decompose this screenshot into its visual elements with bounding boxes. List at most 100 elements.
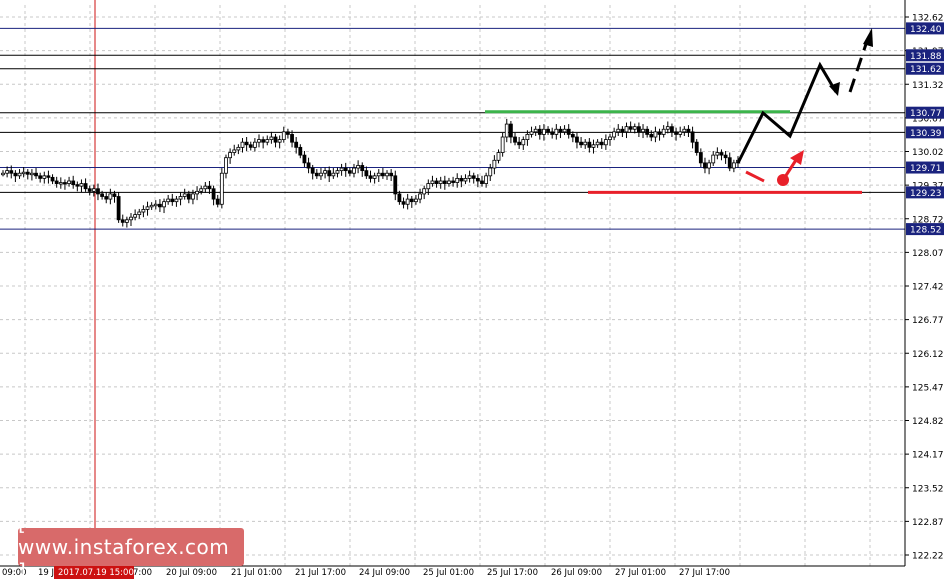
candle-body <box>636 126 641 133</box>
candle-body <box>591 144 596 148</box>
candle-body <box>281 131 286 141</box>
chart-canvas[interactable]: 132.62131.97131.32130.67130.02129.37128.… <box>0 0 946 579</box>
candle-body <box>186 193 191 200</box>
candle-body <box>500 136 505 153</box>
candle-body <box>343 167 348 172</box>
candle-body <box>83 183 88 190</box>
candle-body <box>236 146 241 151</box>
price-tick-label: 125.47 <box>912 383 944 393</box>
candle-body <box>290 134 294 143</box>
candle-body <box>153 203 158 207</box>
candle-body <box>50 176 55 182</box>
candle-body <box>447 180 451 184</box>
candle-body <box>471 175 476 179</box>
candle-body <box>372 175 377 179</box>
candle-body <box>137 211 142 216</box>
candle-body <box>632 126 637 130</box>
candle-body <box>100 193 105 197</box>
candle-body <box>166 198 171 203</box>
level-price-label: 129.23 <box>910 189 942 199</box>
candle-body <box>380 172 385 177</box>
candle-body <box>492 159 497 169</box>
candle-body <box>91 188 96 192</box>
candle-body <box>17 172 22 177</box>
time-tick-label: 26 Jul 09:00 <box>551 568 602 578</box>
candle-body <box>376 172 381 177</box>
candle-body <box>331 172 336 177</box>
candle-body <box>641 128 645 133</box>
candle-body <box>129 216 133 221</box>
candle-body <box>579 141 583 146</box>
candle-body <box>203 185 208 190</box>
candle-body <box>715 152 720 156</box>
candle-body <box>145 206 150 210</box>
candle-body <box>34 172 38 177</box>
candle-body <box>587 141 592 148</box>
candle-body <box>9 170 14 174</box>
candle-body <box>38 175 43 179</box>
candle-body <box>356 165 361 169</box>
candle-body <box>108 193 113 200</box>
candle-body <box>562 128 567 133</box>
candle-body <box>306 162 311 169</box>
candle-body <box>405 198 410 205</box>
candle-body <box>219 172 224 205</box>
candle-body <box>13 172 18 177</box>
candle-body <box>661 128 666 135</box>
grid <box>0 0 946 579</box>
candle-body <box>508 123 513 138</box>
candle-body <box>711 154 716 164</box>
candle-body <box>178 196 183 200</box>
candle-body <box>347 170 352 174</box>
candle-body <box>475 177 480 182</box>
candle-body <box>628 126 633 130</box>
candle-body <box>674 131 678 135</box>
candle-body <box>54 180 59 184</box>
candle-body <box>360 165 365 172</box>
candle-body <box>244 141 249 146</box>
candle-body <box>533 128 538 133</box>
candle-body <box>141 209 146 213</box>
candle-body <box>248 144 253 148</box>
candle-body <box>624 126 629 133</box>
candle-body <box>58 182 63 185</box>
candle-body <box>277 139 282 143</box>
candle-body <box>484 175 489 184</box>
time-tick-label: 27 Jul 01:00 <box>615 568 666 578</box>
candle-body <box>327 170 332 177</box>
price-tick-label: 122.22 <box>912 552 944 562</box>
candle-body <box>649 134 654 138</box>
candle-body <box>397 193 402 203</box>
candle-body <box>368 175 373 179</box>
candle-body <box>542 128 546 135</box>
candle-body <box>645 128 650 135</box>
price-tick-label: 130.02 <box>912 148 944 158</box>
candle-body <box>438 180 443 184</box>
candle-body <box>620 128 625 133</box>
candle-body <box>546 128 550 133</box>
time-tick-label: 24 Jul 09:00 <box>359 568 410 578</box>
candle-body <box>314 172 319 177</box>
candle-body <box>124 219 129 223</box>
candle-body <box>269 136 274 141</box>
price-tick-label: 126.77 <box>912 316 944 326</box>
candle-body <box>653 131 658 138</box>
candle-body <box>459 177 464 182</box>
price-chart[interactable]: 132.62131.97131.32130.67130.02129.37128.… <box>0 0 946 583</box>
candle-body <box>442 180 447 184</box>
time-tick-label: 21 Jul 17:00 <box>295 568 346 578</box>
candle-body <box>719 152 724 156</box>
candle-body <box>162 201 166 208</box>
candle-body <box>694 141 699 153</box>
candle-body <box>537 128 542 135</box>
candle-body <box>352 167 356 174</box>
candle-body <box>182 193 187 197</box>
candle-body <box>195 190 199 195</box>
candle-body <box>385 172 389 177</box>
candle-body <box>252 141 257 148</box>
candle-body <box>46 175 51 178</box>
candle-body <box>665 126 670 130</box>
candle-body <box>608 136 612 141</box>
candle-body <box>211 188 216 200</box>
candle-body <box>731 162 736 169</box>
